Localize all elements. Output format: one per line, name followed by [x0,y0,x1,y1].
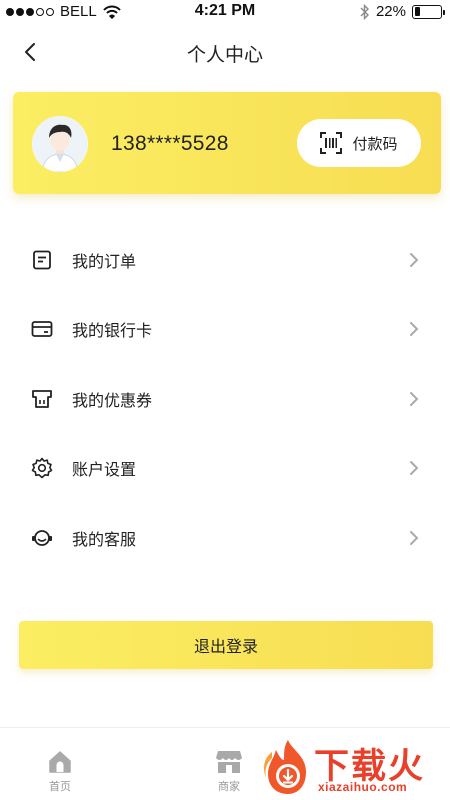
battery-icon [412,4,445,19]
logout-label: 退出登录 [193,637,258,656]
chevron-right-icon [408,320,420,338]
chevron-right-icon [408,529,420,547]
status-bar-right: 22% [360,3,445,20]
chevron-right-icon [408,251,420,269]
status-bar: BELL 4:21 PM 22% [0,0,450,24]
tab-label: 首页 [49,780,71,793]
tab-merchant[interactable]: 商家 [199,750,259,794]
menu-list: 我的订单 我的银行卡 我的优惠券 账户设置 我的客服 [0,225,450,573]
chevron-right-icon [408,390,420,408]
store-icon [199,750,259,776]
customer-service-icon [31,527,53,549]
coupon-icon [31,388,53,410]
menu-item-label: 我的优惠券 [72,390,153,410]
user-phone: 138****5528 [111,132,229,155]
user-avatar-icon[interactable] [32,116,88,172]
logout-button[interactable]: 退出登录 [19,621,433,669]
home-icon [30,750,90,776]
menu-item-label: 我的银行卡 [72,321,153,341]
pay-code-label: 付款码 [352,134,398,153]
barcode-scan-icon [320,132,343,154]
menu-item-customer-service[interactable]: 我的客服 [0,503,450,573]
watermark: 下载火 xiazaihuo.com [262,736,448,798]
bank-card-icon [31,318,53,340]
menu-item-label: 我的订单 [72,251,137,271]
battery-level [414,7,420,16]
watermark-url: xiazaihuo.com [318,780,408,794]
order-document-icon [31,249,53,271]
flame-logo-icon [262,738,314,796]
menu-item-orders[interactable]: 我的订单 [0,225,450,295]
tab-home[interactable]: 首页 [30,750,90,794]
menu-item-label: 我的客服 [72,529,137,549]
menu-item-label: 账户设置 [72,460,137,480]
page-title: 个人中心 [186,44,263,66]
profile-card: 138****5528 付款码 [13,92,441,194]
menu-item-coupons[interactable]: 我的优惠券 [0,364,450,434]
battery-percent: 22% [375,3,406,20]
menu-item-bank-cards[interactable]: 我的银行卡 [0,295,450,365]
chevron-right-icon [408,459,420,477]
pay-code-button[interactable]: 付款码 [297,119,421,167]
bluetooth-icon [360,3,370,20]
tab-label: 商家 [218,780,240,793]
menu-item-account-settings[interactable]: 账户设置 [0,434,450,504]
nav-bar: 个人中心 [0,28,450,76]
gear-icon [31,457,53,479]
